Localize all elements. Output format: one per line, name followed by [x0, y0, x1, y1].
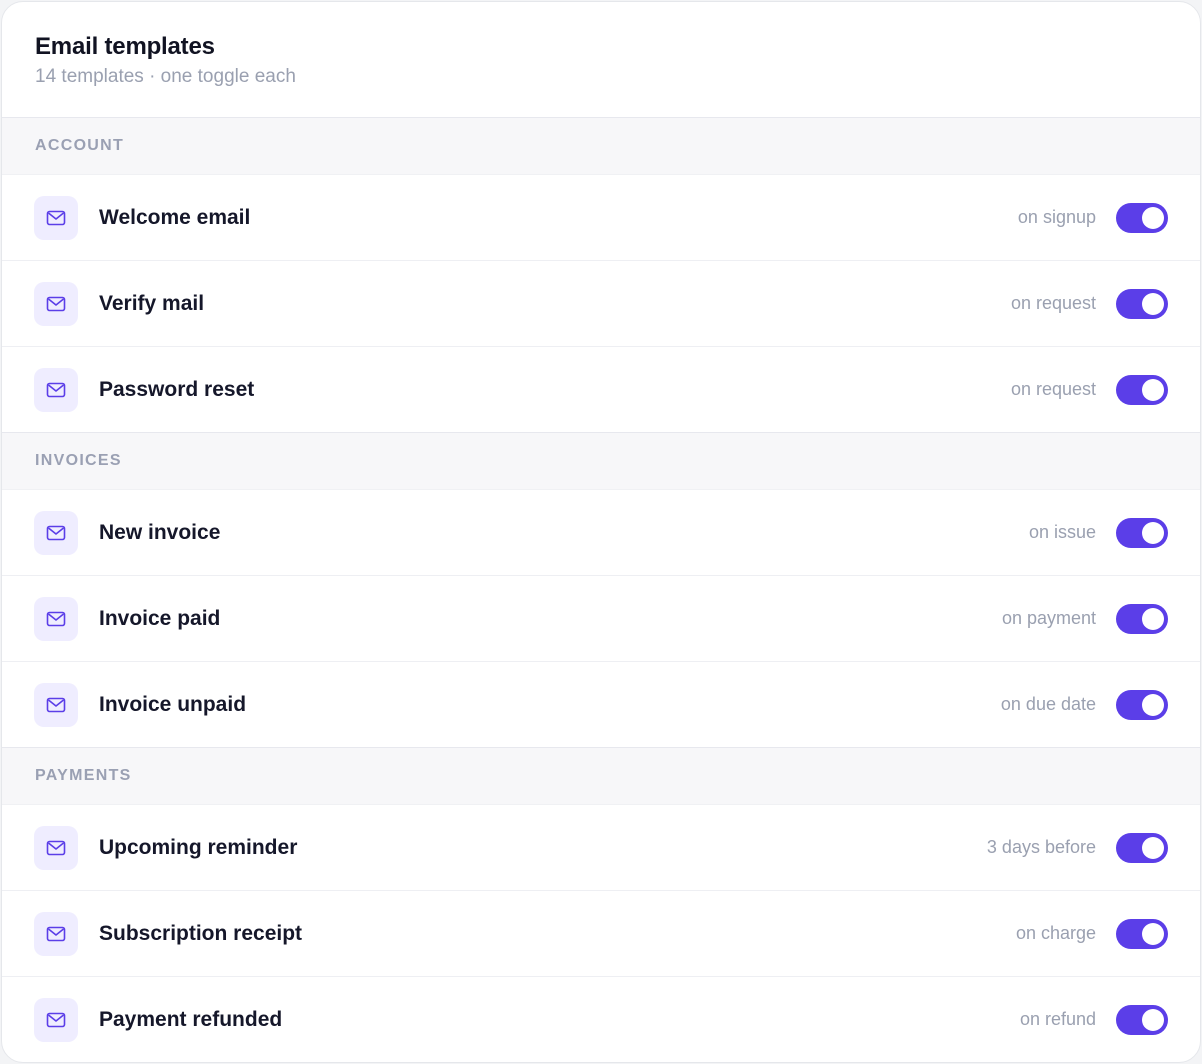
template-toggle[interactable] [1116, 918, 1168, 949]
template-name: Invoice unpaid [99, 692, 247, 716]
toggle-knob [1142, 206, 1164, 229]
mail-icon [34, 281, 78, 326]
template-trigger: on issue [1028, 522, 1096, 542]
template-row: Invoice paid on payment [2, 576, 1200, 662]
section-header-payments: PAYMENTS [2, 748, 1200, 805]
template-name: Payment refunded [99, 1007, 283, 1031]
mail-icon [34, 510, 78, 555]
template-row: Welcome email on signup [2, 175, 1200, 261]
template-name: Subscription receipt [99, 921, 303, 945]
template-name: Invoice paid [99, 606, 221, 630]
template-toggle[interactable] [1116, 288, 1168, 319]
mail-icon [34, 911, 78, 956]
toggle-knob [1142, 378, 1164, 401]
mail-icon [34, 596, 78, 641]
template-row: Payment refunded on refund [2, 977, 1200, 1062]
mail-icon [34, 367, 78, 412]
template-row: New invoice on issue [2, 490, 1200, 576]
mail-icon [34, 682, 78, 727]
template-toggle[interactable] [1116, 689, 1168, 720]
template-trigger: on due date [1000, 694, 1096, 714]
template-trigger: on signup [1017, 207, 1096, 227]
template-toggle[interactable] [1116, 603, 1168, 634]
template-toggle[interactable] [1116, 1004, 1168, 1035]
template-toggle[interactable] [1116, 832, 1168, 863]
toggle-knob [1142, 693, 1164, 716]
template-row: Subscription receipt on charge [2, 891, 1200, 977]
mail-icon [34, 825, 78, 870]
template-row: Invoice unpaid on due date [2, 662, 1200, 748]
template-sections: ACCOUNT Welcome email on signup Verify mail… [2, 118, 1200, 1062]
template-toggle[interactable] [1116, 517, 1168, 548]
template-toggle[interactable] [1116, 202, 1168, 233]
toggle-knob [1142, 1008, 1164, 1031]
template-row: Upcoming reminder 3 days before [2, 805, 1200, 891]
template-toggle[interactable] [1116, 374, 1168, 405]
template-row: Verify mail on request [2, 261, 1200, 347]
template-name: Password reset [99, 377, 255, 401]
toggle-knob [1142, 836, 1164, 859]
toggle-knob [1142, 922, 1164, 945]
template-name: Upcoming reminder [99, 835, 298, 859]
template-trigger: on refund [1019, 1009, 1096, 1029]
page-subtitle: 14 templates · one toggle each [35, 66, 296, 87]
section-header-invoices: INVOICES [2, 433, 1200, 490]
template-row: Password reset on request [2, 347, 1200, 433]
email-templates-card: Email templates 14 templates · one toggl… [1, 1, 1201, 1063]
template-trigger: 3 days before [986, 837, 1096, 857]
mail-icon [34, 997, 78, 1042]
page-title: Email templates [35, 33, 215, 60]
template-trigger: on request [1010, 293, 1096, 313]
template-name: Verify mail [99, 291, 205, 315]
template-name: Welcome email [99, 205, 251, 229]
template-name: New invoice [99, 520, 221, 544]
mail-icon [34, 195, 78, 240]
template-trigger: on charge [1015, 923, 1096, 943]
toggle-knob [1142, 292, 1164, 315]
card-header: Email templates 14 templates · one toggl… [2, 2, 1200, 118]
toggle-knob [1142, 607, 1164, 630]
template-trigger: on payment [1001, 608, 1096, 628]
section-header-account: ACCOUNT [2, 118, 1200, 175]
template-trigger: on request [1010, 379, 1096, 399]
toggle-knob [1142, 521, 1164, 544]
